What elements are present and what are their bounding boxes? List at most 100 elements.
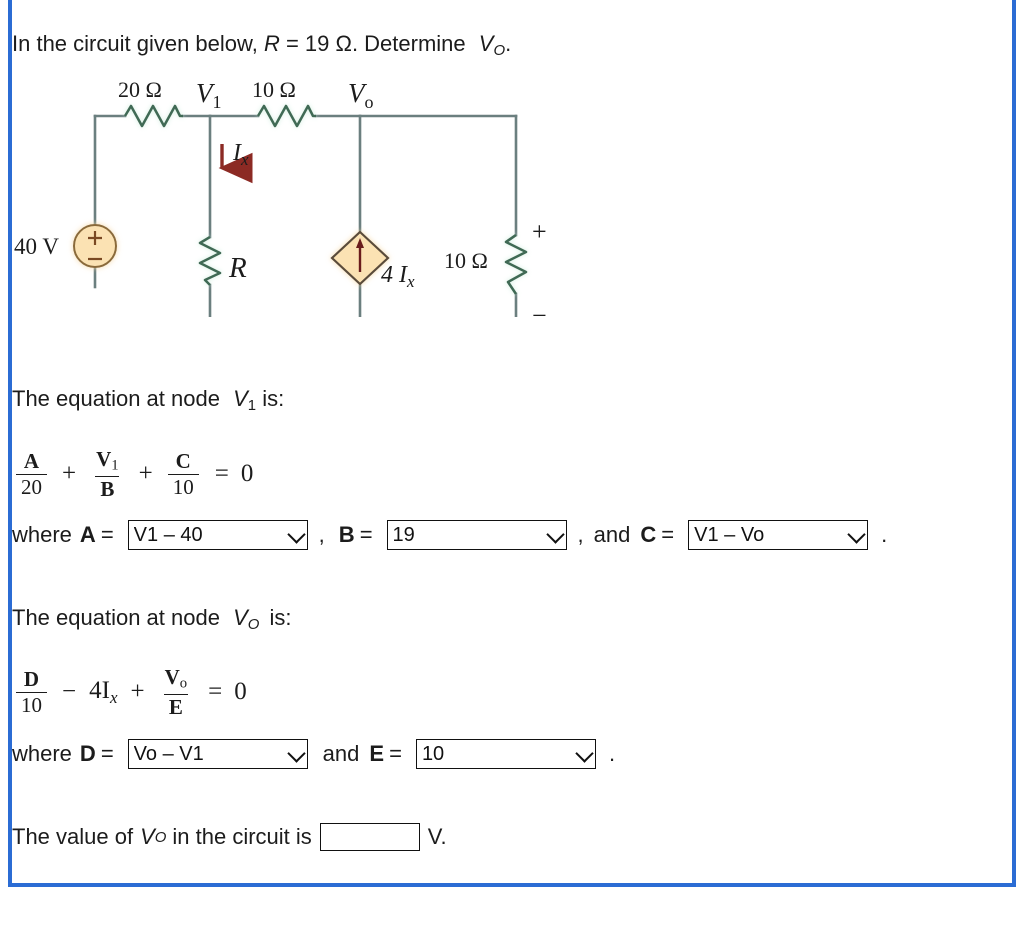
term-V1-subscript: 1 bbox=[111, 457, 119, 474]
dropdown-B[interactable]: 19 bbox=[386, 520, 567, 550]
terminal-plus: + bbox=[532, 217, 547, 246]
equation-term-4Ix: 4Ix bbox=[89, 677, 117, 708]
node-v1-heading-subscript: 1 bbox=[247, 397, 257, 415]
node-vo-heading-subscript: O bbox=[247, 616, 260, 634]
question-prompt: In the circuit given below, R = 19 Ω. De… bbox=[12, 30, 511, 65]
term-Vo-subscript: o bbox=[179, 675, 188, 692]
equation-term-c-over-10: C 10 bbox=[167, 448, 199, 499]
equation-term-d-over-10: D 10 bbox=[16, 668, 47, 716]
label-Ix: Ix bbox=[232, 140, 249, 169]
node-vo-controls-row: where D = Vo – V1 and E = 10 . bbox=[12, 739, 615, 769]
term-20-denominator: 20 bbox=[16, 473, 47, 499]
period-after-E: . bbox=[608, 741, 616, 766]
term-D-numerator: D bbox=[23, 666, 40, 691]
resistor-10ohm-right bbox=[504, 233, 528, 295]
circuit-wires bbox=[93, 114, 518, 337]
final-answer-subscript: O bbox=[154, 828, 167, 846]
prompt-prefix-text: In the circuit given below, bbox=[12, 31, 258, 56]
equation-term-v1-over-b: V1 B bbox=[91, 448, 124, 500]
resistor-20ohm bbox=[123, 104, 183, 128]
question-content: In the circuit given below, R = 19 Ω. De… bbox=[0, 0, 1016, 930]
node-v1-controls-row: where A = V1 – 40 , B = 19 , and C = V1 … bbox=[12, 520, 887, 550]
node-v1-heading: The equation at node V1 is: bbox=[12, 385, 284, 420]
final-answer-unit: V. bbox=[427, 824, 447, 849]
final-answer-prefix: The value of bbox=[12, 824, 134, 849]
dropdown-A-wrapper[interactable]: V1 – 40 bbox=[124, 520, 312, 550]
period-after-C: . bbox=[881, 522, 888, 547]
node-vo-heading-prefix: The equation at node bbox=[12, 605, 220, 630]
term-Vo-numerator: Vo bbox=[160, 666, 193, 694]
dependent-current-source bbox=[330, 230, 390, 286]
node-v1-heading-symbol: V bbox=[233, 386, 248, 411]
prompt-vo-symbol: V bbox=[478, 31, 494, 56]
terminal-minus: − bbox=[532, 301, 547, 317]
variable-D-label: D bbox=[79, 741, 96, 766]
term-Vo-letter: V bbox=[164, 665, 180, 689]
term-E-denominator: E bbox=[163, 693, 188, 719]
equation-term-vo-over-e: Vo E bbox=[160, 666, 193, 718]
equation-equals-1: = bbox=[214, 460, 229, 488]
final-answer-input[interactable] bbox=[319, 823, 420, 851]
equation-term-a-over-20: A 20 bbox=[16, 450, 47, 498]
label-10ohm-right: 10 Ω bbox=[444, 248, 488, 273]
comma-after-A: , bbox=[318, 522, 325, 547]
and-label-1: and bbox=[593, 522, 631, 547]
term-V1-letter: V bbox=[96, 447, 112, 471]
final-answer-symbol: V bbox=[140, 824, 155, 849]
comma-after-B: , bbox=[577, 522, 584, 547]
node-vo-heading-symbol: V bbox=[233, 605, 248, 630]
variable-D-equals: = bbox=[100, 741, 114, 766]
dropdown-E-wrapper[interactable]: 10 bbox=[412, 739, 600, 769]
equation-plus-1: + bbox=[62, 460, 77, 488]
voltage-source-40v bbox=[73, 224, 117, 268]
variable-B-equals: = bbox=[359, 522, 373, 547]
label-20ohm: 20 Ω bbox=[118, 77, 162, 102]
term-B-denominator: B bbox=[95, 475, 120, 501]
final-answer-middle: in the circuit is bbox=[172, 824, 312, 849]
term-C-numerator: C bbox=[175, 448, 191, 473]
term-10-denominator-2: 10 bbox=[16, 691, 47, 717]
equation-rhs-1: 0 bbox=[240, 460, 254, 488]
prompt-r-symbol: R bbox=[263, 31, 280, 56]
variable-A-equals: = bbox=[100, 522, 114, 547]
term-4I-text: 4I bbox=[89, 676, 110, 704]
variable-E-label: E bbox=[369, 741, 385, 766]
resistor-R bbox=[198, 235, 222, 286]
where-label-1: where bbox=[12, 522, 72, 547]
equation-plus-2: + bbox=[138, 460, 153, 488]
where-label-2: where bbox=[12, 741, 72, 766]
variable-A-label: A bbox=[79, 522, 96, 547]
term-4I-subscript: x bbox=[109, 687, 118, 707]
node-v1-equation: A 20 + V1 B + C 10 = 0 bbox=[14, 448, 253, 500]
prompt-vo-subscript: O bbox=[493, 42, 506, 60]
dropdown-C[interactable]: V1 – Vo bbox=[688, 520, 869, 550]
node-v1-heading-suffix: is: bbox=[262, 386, 285, 411]
final-answer-row: The value of VO in the circuit is V. bbox=[12, 823, 447, 851]
circuit-diagram: 20 Ω 10 Ω V1 Vo 40 V Ix R 4 Ix 10 Ω + − bbox=[0, 72, 580, 375]
prompt-r-value: = 19 Ω. Determine bbox=[285, 31, 466, 56]
dropdown-B-wrapper[interactable]: 19 bbox=[383, 520, 571, 550]
equation-rhs-2: 0 bbox=[234, 678, 247, 706]
label-R: R bbox=[228, 252, 247, 284]
node-vo-heading-suffix: is: bbox=[269, 605, 292, 630]
dropdown-E[interactable]: 10 bbox=[415, 739, 596, 769]
label-4Ix: 4 Ix bbox=[381, 262, 415, 291]
dropdown-D[interactable]: Vo – V1 bbox=[127, 739, 308, 769]
label-40v-source: 40 V bbox=[14, 234, 59, 259]
term-A-numerator: A bbox=[23, 448, 40, 473]
node-vo-heading: The equation at node VO is: bbox=[12, 604, 292, 639]
equation-plus-3: + bbox=[130, 678, 145, 706]
node-vo-equation: D 10 − 4Ix + Vo E = 0 bbox=[14, 666, 247, 718]
label-node-vo: Vo bbox=[348, 78, 374, 112]
term-10-denominator: 10 bbox=[167, 473, 199, 499]
node-v1-heading-prefix: The equation at node bbox=[12, 386, 220, 411]
label-node-v1: V1 bbox=[196, 78, 222, 112]
and-label-2: and bbox=[322, 741, 360, 766]
dropdown-C-wrapper[interactable]: V1 – Vo bbox=[684, 520, 872, 550]
resistor-10ohm-top bbox=[256, 104, 316, 128]
equation-minus-1: − bbox=[62, 678, 77, 706]
variable-C-label: C bbox=[640, 522, 657, 547]
dropdown-A[interactable]: V1 – 40 bbox=[127, 520, 308, 550]
variable-E-equals: = bbox=[389, 741, 402, 766]
dropdown-D-wrapper[interactable]: Vo – V1 bbox=[124, 739, 312, 769]
